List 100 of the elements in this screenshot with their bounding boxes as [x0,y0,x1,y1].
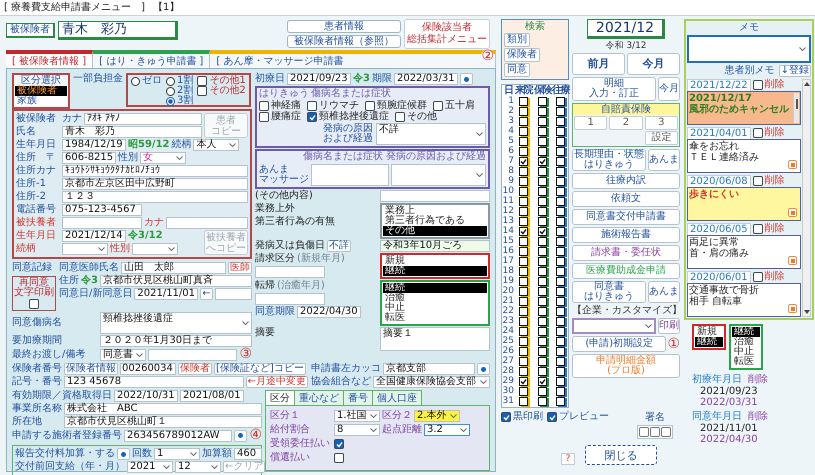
scrollbar[interactable] [802,79,811,317]
checkbox[interactable] [519,386,528,396]
memo-select[interactable] [687,35,811,63]
square-icon[interactable] [788,160,797,169]
checkbox[interactable] [519,266,528,276]
small-button[interactable]: ← [200,288,213,300]
checkbox[interactable] [519,186,528,196]
document-button[interactable]: 請求書・委任状 [572,245,680,261]
tab[interactable]: 番号 [343,390,373,405]
checkbox[interactable] [519,256,528,266]
text-field[interactable]: ｱｵｷ ｱﾔﾉ [84,113,202,125]
text-field[interactable]: 株式会社 ABC [64,403,262,415]
square-icon[interactable] [788,208,797,217]
memo-entry[interactable]: 傘をお忘れ ＴＥＬ連絡済み [687,139,801,173]
document-button[interactable]: 施術報告書 [572,227,680,243]
checkbox[interactable] [259,101,269,111]
text-field[interactable]: １２３ [62,191,248,203]
checkbox[interactable] [556,176,565,186]
checkbox[interactable] [519,146,528,156]
checkbox[interactable] [538,366,547,376]
dot-button[interactable] [477,363,490,375]
checkbox[interactable] [519,196,528,206]
checkbox[interactable] [538,356,547,366]
select-field[interactable]: 1 [154,448,200,460]
text-field[interactable]: ｷｮｳﾄｼｻｷｮｳｸﾀﾅｶﾋﾛﾉﾁｮｳ [62,165,248,177]
checkbox[interactable] [556,186,565,196]
checkbox[interactable] [556,246,565,256]
list-item[interactable]: その他 [383,226,487,236]
text-field[interactable]: 2021/11/01 [134,288,198,300]
reason-button[interactable]: 長期理由・状態 はりきゅう [572,149,646,171]
checkbox[interactable] [556,196,565,206]
select-field[interactable]: 同意書 [100,348,146,360]
tab[interactable]: [ はり・きゅう申請書 ] [93,50,210,68]
checkbox[interactable] [556,216,565,226]
text-field[interactable] [255,293,325,305]
checkbox[interactable] [538,216,547,226]
text-field[interactable]: 2021/12/14 [62,230,126,242]
checkbox[interactable] [519,96,528,106]
checkbox[interactable] [519,346,528,356]
text-field[interactable]: 青木 彩乃 [62,126,202,138]
text-field[interactable]: 2021/09/23 [287,73,351,85]
checkbox[interactable] [538,166,547,176]
list-item[interactable]: 第三者行為である [383,216,487,226]
text-field[interactable] [311,164,389,186]
checkbox[interactable] [519,366,528,376]
document-button[interactable]: 依頼文 [572,191,680,207]
checkbox[interactable] [538,296,547,306]
checkbox[interactable] [519,396,528,406]
checkbox[interactable] [752,80,763,90]
checkbox[interactable] [538,96,547,106]
select-field[interactable]: 頸椎捻挫後遺症 [100,312,252,334]
select-field[interactable]: 2021 [127,461,173,473]
checkbox[interactable] [538,176,547,186]
checkbox[interactable] [519,156,528,166]
checkbox[interactable] [556,236,565,246]
checkbox[interactable] [556,346,565,356]
consent-button[interactable]: あんま [648,281,680,303]
checkbox[interactable] [334,439,344,449]
checkbox[interactable] [556,276,565,286]
checkbox[interactable] [197,76,208,86]
checkbox[interactable] [538,386,547,396]
document-button[interactable]: 往療内訳 [572,173,680,189]
select-field[interactable]: 本人 [193,139,240,151]
text-field[interactable]: 123 45678 [64,376,244,388]
summary-button[interactable]: 保険該当者 総括集計メニュー [404,19,490,49]
checkbox[interactable] [307,101,317,111]
checkbox[interactable] [433,101,443,111]
list-item[interactable]: 新規 [695,327,723,337]
radio-button[interactable]: ゼロ [131,76,162,86]
register-button[interactable]: ↓登録 [778,65,811,77]
checkbox[interactable] [538,106,547,116]
select-field[interactable]: 8 [334,424,380,436]
small-button[interactable]: [保険証など]コピー [214,363,306,375]
small-button[interactable]: 医師 [228,262,252,274]
tab[interactable]: 区分 [265,390,295,405]
text-field[interactable]: 263456789012AW [124,430,232,442]
checkbox[interactable] [556,106,565,116]
checkbox[interactable] [556,286,565,296]
checkbox[interactable] [519,206,528,216]
select-field[interactable]: 3.2 [424,424,470,436]
small-button[interactable]: 保険者 [178,363,212,375]
small-button[interactable]: 不詳 [327,240,351,252]
signature-field[interactable] [637,425,673,439]
search-button[interactable]: 保険者 [504,48,540,62]
list-item[interactable]: 新規 [383,256,487,266]
reason-button[interactable]: あんま [648,149,680,171]
up-arrow-icon[interactable] [804,82,810,86]
checkbox[interactable] [556,296,565,306]
small-button[interactable]: 保険者情報 [64,363,118,375]
checkbox[interactable] [556,356,565,366]
checkbox[interactable] [538,236,547,246]
checkbox[interactable] [556,376,565,386]
checkbox[interactable] [538,276,547,286]
checkbox[interactable] [752,224,763,234]
select-field[interactable] [572,318,656,334]
select-field[interactable]: 1.社国 [334,410,380,422]
checkbox[interactable] [752,128,763,138]
checkbox[interactable] [519,236,528,246]
checkbox[interactable] [556,316,565,326]
checkbox[interactable] [556,366,565,376]
